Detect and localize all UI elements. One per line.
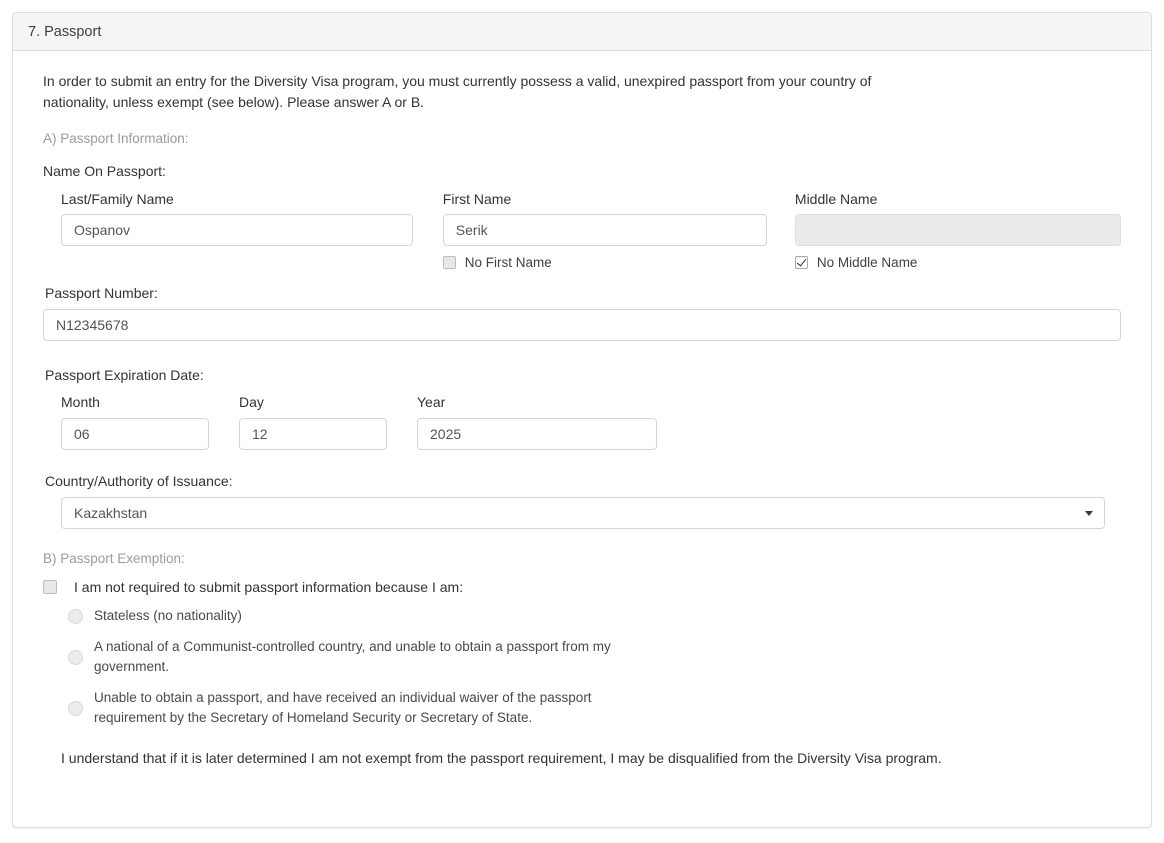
expiration-year-input[interactable] — [417, 418, 657, 450]
expiration-month-label: Month — [61, 394, 100, 410]
radio-icon[interactable] — [68, 649, 83, 665]
panel-body: In order to submit an entry for the Dive… — [13, 51, 1151, 766]
passport-number-group: Passport Number: — [43, 285, 1121, 341]
exemption-options-list: Stateless (no nationality) A national of… — [43, 606, 1121, 728]
no-middle-name-checkbox[interactable] — [794, 256, 808, 269]
expiration-month-input[interactable] — [61, 418, 209, 450]
no-first-name-row[interactable]: No First Name — [442, 255, 767, 270]
exemption-option-label: Stateless (no nationality) — [94, 608, 242, 623]
first-name-group: First Name No First Name — [442, 191, 767, 270]
expiration-day-input[interactable] — [239, 418, 387, 450]
closing-statement: I understand that if it is later determi… — [61, 750, 942, 766]
exemption-option-individual-waiver[interactable]: Unable to obtain a passport, and have re… — [68, 688, 1121, 728]
last-name-input[interactable] — [61, 214, 413, 246]
name-on-passport-label: Name On Passport: — [43, 163, 166, 179]
expiration-month-group: Month — [61, 394, 209, 450]
passport-number-input[interactable] — [43, 309, 1121, 341]
country-select[interactable]: Kazakhstan — [61, 497, 1105, 529]
passport-exemption-checkbox[interactable] — [43, 580, 57, 594]
passport-panel: 7. Passport In order to submit an entry … — [12, 12, 1152, 828]
exemption-option-label: A national of a Communist-controlled cou… — [94, 639, 611, 674]
exemption-option-communist-country[interactable]: A national of a Communist-controlled cou… — [68, 637, 1121, 677]
expiration-date-row: Month Day Year — [43, 394, 1121, 450]
middle-name-input — [794, 214, 1121, 246]
expiration-year-label: Year — [417, 394, 446, 410]
country-of-issuance-label: Country/Authority of Issuance: — [45, 473, 233, 489]
passport-exemption-label: I am not required to submit passport inf… — [74, 579, 464, 595]
section-a-label: A) Passport Information: — [43, 131, 189, 146]
country-of-issuance-group: Country/Authority of Issuance: Kazakhsta… — [43, 473, 1121, 529]
radio-icon[interactable] — [68, 608, 83, 624]
country-select-wrap[interactable]: Kazakhstan — [61, 497, 1105, 529]
expiration-day-label: Day — [239, 394, 264, 410]
expiration-year-group: Year — [417, 394, 657, 450]
section-b-label: B) Passport Exemption: — [43, 551, 185, 566]
first-name-input[interactable] — [442, 214, 767, 246]
intro-paragraph: In order to submit an entry for the Dive… — [43, 73, 872, 110]
exemption-option-label: Unable to obtain a passport, and have re… — [94, 690, 592, 725]
no-first-name-label: No First Name — [464, 255, 552, 270]
passport-exemption-row[interactable]: I am not required to submit passport inf… — [43, 579, 1121, 595]
panel-heading: 7. Passport — [13, 13, 1151, 51]
expiration-day-group: Day — [239, 394, 387, 450]
radio-icon[interactable] — [68, 700, 83, 716]
no-first-name-checkbox[interactable] — [442, 256, 456, 269]
no-middle-name-row[interactable]: No Middle Name — [794, 255, 1121, 270]
no-middle-name-label: No Middle Name — [816, 255, 918, 270]
expiration-date-label: Passport Expiration Date: — [45, 367, 204, 383]
first-name-label: First Name — [442, 191, 512, 207]
middle-name-group: Middle Name No Middle Name — [794, 191, 1121, 270]
passport-number-label: Passport Number: — [45, 285, 158, 301]
last-name-group: Last/Family Name — [61, 191, 413, 270]
expiration-date-group: Passport Expiration Date: Month Day Year — [43, 367, 1121, 450]
exemption-option-stateless[interactable]: Stateless (no nationality) — [68, 606, 1121, 626]
name-fields-row: Last/Family Name First Name No First Nam… — [43, 191, 1121, 270]
page-title: 7. Passport — [28, 23, 102, 40]
last-name-label: Last/Family Name — [61, 191, 174, 207]
middle-name-label: Middle Name — [794, 191, 878, 207]
